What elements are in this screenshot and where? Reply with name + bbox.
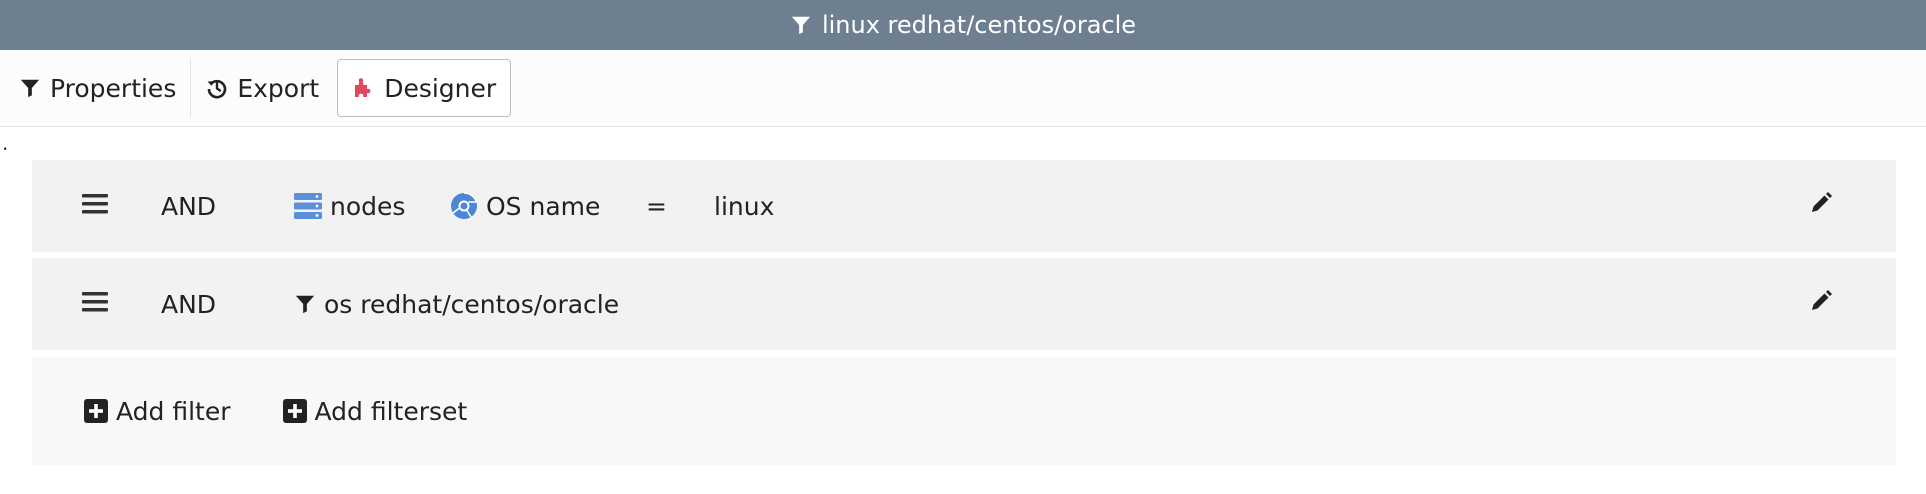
- field-chip[interactable]: OS name: [450, 160, 600, 252]
- server-icon: [294, 193, 322, 219]
- plus-square-icon: [282, 399, 307, 423]
- history-icon: [205, 76, 229, 100]
- tab-export[interactable]: Export: [191, 59, 333, 117]
- filterset-chip[interactable]: os redhat/centos/oracle: [294, 258, 619, 350]
- filter-row: AND nodes OS name = linux: [32, 160, 1896, 252]
- add-filter-button[interactable]: Add filter: [84, 397, 231, 426]
- logical-operator[interactable]: AND: [161, 160, 216, 252]
- field-label: OS name: [486, 191, 601, 221]
- logical-operator[interactable]: AND: [161, 258, 216, 350]
- menu-icon: [82, 192, 108, 221]
- entity-chip[interactable]: nodes: [294, 160, 405, 252]
- tab-label: Designer: [384, 73, 497, 103]
- add-filterset-button[interactable]: Add filterset: [282, 396, 468, 426]
- window-title-bar: linux redhat/centos/oracle: [0, 0, 1926, 50]
- filter-icon: [790, 14, 812, 36]
- tab-designer[interactable]: Designer: [337, 59, 512, 117]
- tab-properties[interactable]: Properties: [4, 59, 190, 117]
- drag-handle[interactable]: [82, 258, 108, 350]
- puzzle-icon: [352, 76, 376, 100]
- entity-label: nodes: [330, 191, 406, 221]
- filter-icon: [294, 293, 316, 315]
- pencil-icon: [1809, 191, 1833, 221]
- add-filterset-label: Add filterset: [314, 396, 468, 426]
- comparator[interactable]: =: [646, 160, 667, 252]
- filter-row: AND os redhat/centos/oracle: [32, 258, 1896, 350]
- tab-label: Export: [237, 73, 320, 103]
- tab-bar: Properties Export Designer: [0, 50, 1926, 127]
- os-icon: [450, 192, 478, 220]
- filter-value[interactable]: linux: [714, 160, 774, 252]
- menu-icon: [82, 290, 108, 319]
- tab-label: Properties: [50, 73, 177, 103]
- add-controls: Add filter Add filterset: [32, 357, 1896, 465]
- stray-text: .: [2, 131, 9, 155]
- drag-handle[interactable]: [82, 160, 108, 252]
- plus-square-icon: [84, 399, 108, 423]
- edit-button[interactable]: [1809, 258, 1833, 350]
- pencil-icon: [1809, 289, 1833, 319]
- filter-icon: [18, 76, 42, 100]
- window-title: linux redhat/centos/oracle: [821, 11, 1137, 39]
- add-filter-label: Add filter: [116, 396, 231, 426]
- edit-button[interactable]: [1809, 160, 1833, 252]
- filterset-label: os redhat/centos/oracle: [324, 289, 620, 319]
